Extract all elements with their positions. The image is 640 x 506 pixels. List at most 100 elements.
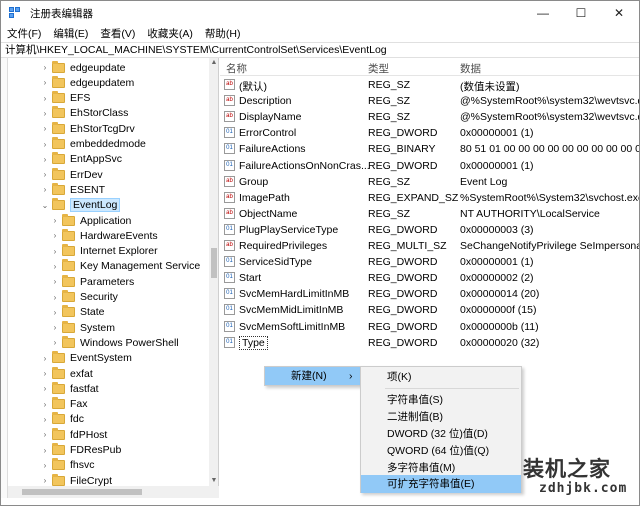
chevron-right-icon[interactable]: ›	[50, 231, 60, 240]
value-row[interactable]: ab ObjectName REG_SZ NT AUTHORITY\LocalServ…	[220, 206, 639, 222]
chevron-right-icon[interactable]: ›	[40, 185, 50, 194]
chevron-right-icon[interactable]: ›	[40, 476, 50, 485]
tree-item[interactable]: › EntAppSvc	[40, 152, 122, 167]
chevron-down-icon[interactable]: ⌄	[40, 201, 50, 210]
value-row[interactable]: 01 Start REG_DWORD 0x00000002 (2)	[220, 270, 639, 286]
value-row[interactable]: ab ImagePath REG_EXPAND_SZ %SystemRoot%\Sys…	[220, 190, 639, 206]
value-row[interactable]: 01 ServiceSidType REG_DWORD 0x00000001 (1)	[220, 254, 639, 270]
submenu-item[interactable]: DWORD (32 位)值(D)	[361, 425, 521, 443]
chevron-right-icon[interactable]: ›	[40, 354, 50, 363]
submenu-item[interactable]: 可扩充字符串值(E)	[361, 475, 521, 493]
tree-item[interactable]: › Key Management Service	[50, 259, 200, 274]
tree-horizontal-scrollbar[interactable]	[8, 486, 219, 498]
tree-item[interactable]: › edgeupdate	[40, 60, 125, 75]
value-row[interactable]: 01 PlugPlayServiceType REG_DWORD 0x00000003…	[220, 222, 639, 238]
value-row[interactable]: 01 ErrorControl REG_DWORD 0x00000001 (1)	[220, 125, 639, 141]
value-row[interactable]: 01 Type REG_DWORD 0x00000020 (32)	[220, 335, 639, 351]
address-bar[interactable]: 计算机\HKEY_LOCAL_MACHINE\SYSTEM\CurrentCon…	[1, 42, 639, 58]
close-button[interactable]: ✕	[600, 1, 638, 25]
menu-favorites[interactable]: 收藏夹(A)	[147, 26, 193, 41]
chevron-right-icon[interactable]: ›	[40, 430, 50, 439]
tree-item[interactable]: › EFS	[40, 91, 90, 106]
value-row[interactable]: 01 SvcMemSoftLimitInMB REG_DWORD 0x0000000b…	[220, 319, 639, 335]
tree-item[interactable]: › EhStorClass	[40, 106, 128, 121]
chevron-right-icon[interactable]: ›	[40, 140, 50, 149]
tree-item[interactable]: › edgeupdatem	[40, 75, 134, 90]
value-row[interactable]: ab Group REG_SZ Event Log	[220, 174, 639, 190]
value-row[interactable]: 01 SvcMemMidLimitInMB REG_DWORD 0x0000000f …	[220, 302, 639, 318]
chevron-right-icon[interactable]: ›	[40, 384, 50, 393]
tree-vertical-scrollbar[interactable]: ▲ ▼	[209, 58, 218, 486]
tree-item[interactable]: › Application	[50, 213, 131, 228]
chevron-right-icon[interactable]: ›	[40, 124, 50, 133]
tree-hscroll-thumb[interactable]	[22, 489, 142, 495]
menu-help[interactable]: 帮助(H)	[205, 26, 241, 41]
submenu-item[interactable]: 二进制值(B)	[361, 408, 521, 426]
tree-item[interactable]: › Security	[50, 290, 118, 305]
tree-item[interactable]: › Internet Explorer	[50, 244, 158, 259]
minimize-button[interactable]: —	[524, 1, 562, 25]
column-type-header[interactable]: 类型	[368, 61, 389, 76]
chevron-right-icon[interactable]: ›	[40, 78, 50, 87]
chevron-right-icon[interactable]: ›	[40, 446, 50, 455]
chevron-right-icon[interactable]: ›	[50, 262, 60, 271]
value-row[interactable]: 01 FailureActionsOnNonCras... REG_DWORD 0x0…	[220, 158, 639, 174]
tree-item[interactable]: › embeddedmode	[40, 137, 146, 152]
chevron-right-icon[interactable]: ›	[40, 155, 50, 164]
value-row[interactable]: 01 SvcMemHardLimitInMB REG_DWORD 0x00000014…	[220, 286, 639, 302]
submenu-item[interactable]: 项(K)	[361, 368, 521, 386]
chevron-right-icon[interactable]: ›	[50, 308, 60, 317]
scroll-up-icon[interactable]: ▲	[209, 58, 218, 68]
menu-edit[interactable]: 编辑(E)	[53, 26, 88, 41]
chevron-right-icon[interactable]: ›	[50, 216, 60, 225]
tree-item[interactable]: › EhStorTcgDrv	[40, 121, 135, 136]
tree-item[interactable]: ⌄ EventLog	[40, 198, 121, 213]
chevron-right-icon[interactable]: ›	[40, 415, 50, 424]
chevron-right-icon[interactable]: ›	[50, 293, 60, 302]
value-row[interactable]: 01 FailureActions REG_BINARY 80 51 01 00 00…	[220, 141, 639, 157]
tree-item[interactable]: › fdPHost	[40, 427, 107, 442]
tree-item[interactable]: › State	[50, 305, 105, 320]
tree-item[interactable]: › ESENT	[40, 182, 105, 197]
key-tree-pane[interactable]: › edgeupdate › edgeupdatem › EFS › EhStorClass ›…	[8, 58, 219, 486]
tree-item[interactable]: › EventSystem	[40, 351, 132, 366]
chevron-right-icon[interactable]: ›	[40, 63, 50, 72]
chevron-right-icon[interactable]: ›	[40, 461, 50, 470]
column-data-header[interactable]: 数据	[460, 61, 481, 76]
tree-item[interactable]: › Parameters	[50, 274, 134, 289]
tree-item[interactable]: › Windows PowerShell	[50, 335, 179, 350]
tree-item[interactable]: › exfat	[40, 366, 93, 381]
tree-item[interactable]: › fastfat	[40, 381, 99, 396]
chevron-right-icon[interactable]: ›	[40, 94, 50, 103]
chevron-right-icon[interactable]: ›	[50, 338, 60, 347]
tree-scroll-thumb[interactable]	[211, 248, 217, 278]
value-row[interactable]: ab DisplayName REG_SZ @%SystemRoot%\system3…	[220, 109, 639, 125]
scroll-down-icon[interactable]: ▼	[209, 476, 218, 486]
chevron-right-icon[interactable]: ›	[40, 369, 50, 378]
tree-item[interactable]: › HardwareEvents	[50, 228, 158, 243]
tree-item[interactable]: › fdc	[40, 412, 84, 427]
value-row[interactable]: ab RequiredPrivileges REG_MULTI_SZ SeChange…	[220, 238, 639, 254]
tree-item[interactable]: › Fax	[40, 397, 88, 412]
chevron-right-icon[interactable]: ›	[40, 170, 50, 179]
chevron-right-icon[interactable]: ›	[50, 247, 60, 256]
tree-item[interactable]: › FileCrypt	[40, 473, 112, 486]
tree-item[interactable]: › fhsvc	[40, 458, 95, 473]
chevron-right-icon[interactable]: ›	[40, 109, 50, 118]
value-row[interactable]: ab (默认) REG_SZ (数值未设置)	[220, 77, 639, 93]
submenu-item[interactable]: 字符串值(S)	[361, 391, 521, 409]
chevron-right-icon[interactable]: ›	[40, 400, 50, 409]
menu-file[interactable]: 文件(F)	[7, 26, 41, 41]
value-data: 80 51 01 00 00 00 00 00 00 00 00 00 03	[460, 143, 639, 156]
context-new-item[interactable]: 新建(N) ›	[265, 367, 361, 385]
chevron-right-icon[interactable]: ›	[50, 277, 60, 286]
menu-view[interactable]: 查看(V)	[100, 26, 135, 41]
value-row[interactable]: ab Description REG_SZ @%SystemRoot%\system3…	[220, 93, 639, 109]
tree-item[interactable]: › FDResPub	[40, 443, 121, 458]
submenu-item[interactable]: QWORD (64 位)值(Q)	[361, 442, 521, 460]
chevron-right-icon[interactable]: ›	[50, 323, 60, 332]
maximize-button[interactable]: ☐	[562, 1, 600, 25]
tree-item[interactable]: › System	[50, 320, 115, 335]
column-name-header[interactable]: 名称	[226, 61, 247, 76]
tree-item[interactable]: › ErrDev	[40, 167, 103, 182]
